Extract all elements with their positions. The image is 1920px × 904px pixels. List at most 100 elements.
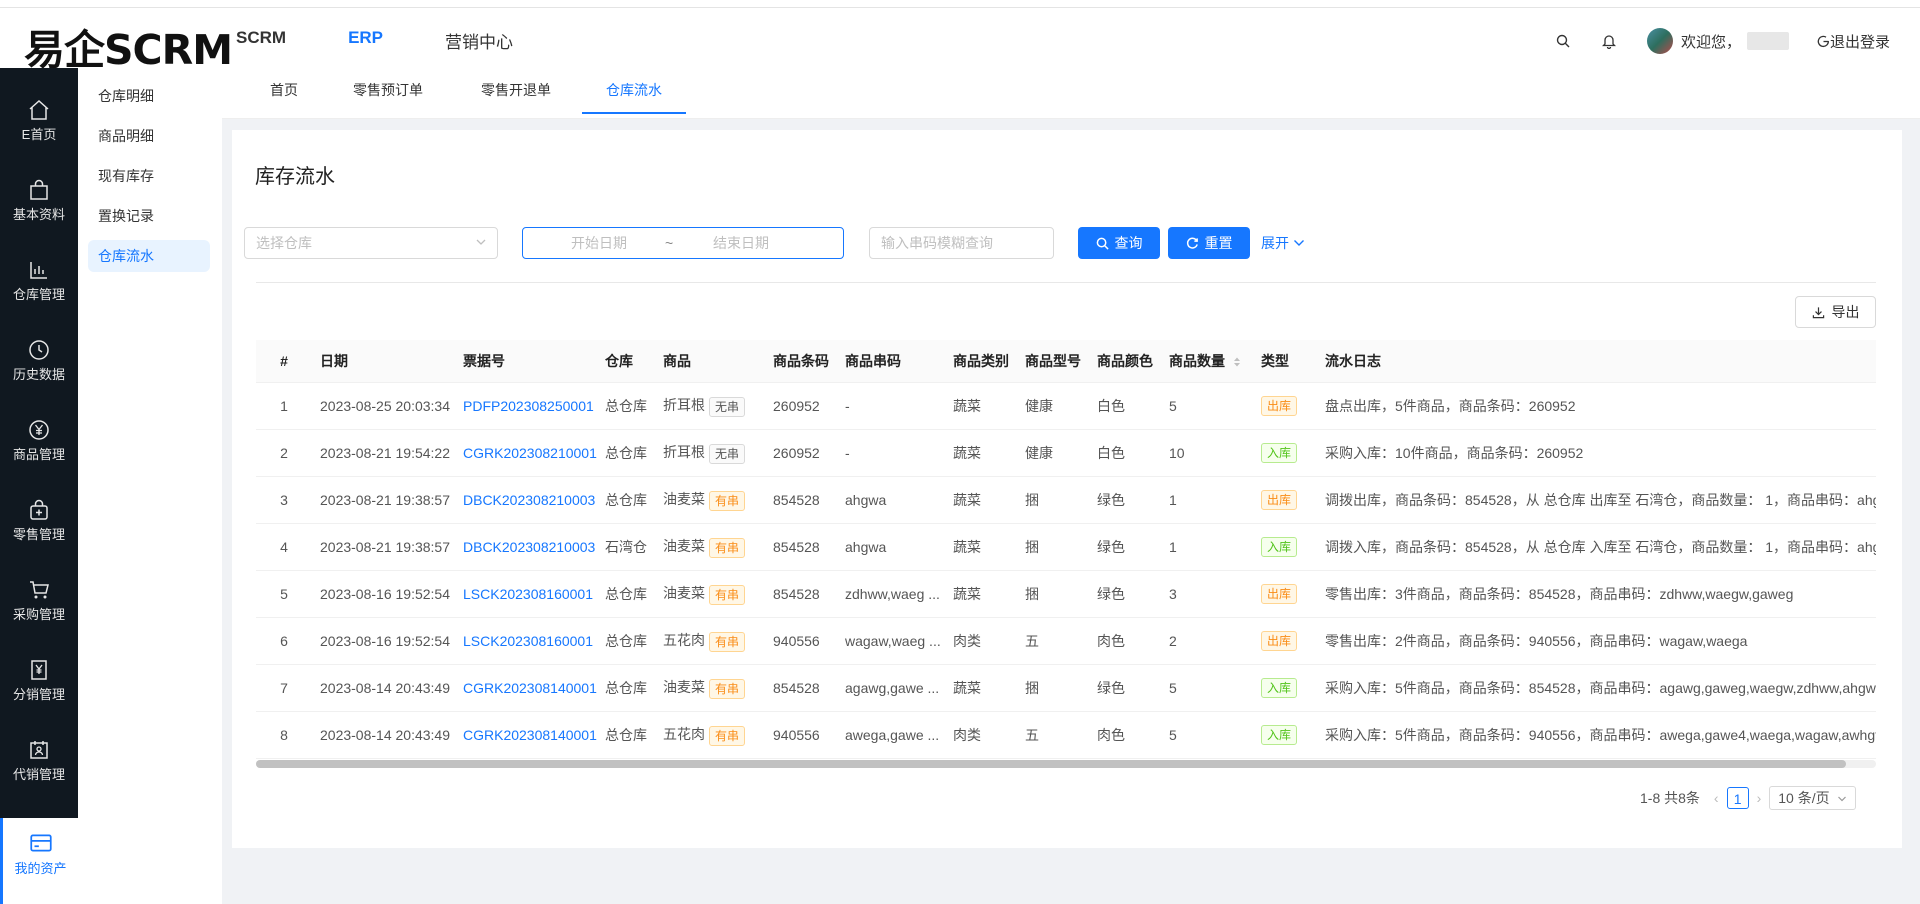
yen-doc-icon (31, 660, 47, 680)
export-button[interactable]: 导出 (1795, 296, 1876, 328)
cell-bill-no[interactable]: CGRK202308140001 (455, 711, 597, 759)
end-date-input[interactable]: 结束日期 (713, 228, 769, 258)
submenu-warehouse-detail[interactable]: 仓库明细 (88, 80, 210, 112)
search-icon[interactable] (1553, 31, 1573, 51)
sidebar-item-consignment[interactable]: 代销管理 (0, 738, 78, 818)
cell-bill-no[interactable]: DBCK202308210003 (455, 523, 597, 571)
cell-warehouse: 总仓库 (597, 664, 655, 712)
chevron-down-icon (1293, 240, 1304, 246)
cell-date: 2023-08-25 20:03:34 (312, 382, 455, 430)
cell-model: 捆 (1017, 476, 1089, 524)
sidebar-item-label: 我的资产 (14, 861, 67, 876)
serial-tag-badge: 有串 (709, 725, 746, 746)
sub-menu: 仓库明细 商品明细 现有库存 置换记录 仓库流水 (78, 68, 223, 904)
submenu-exchange-records[interactable]: 置换记录 (88, 200, 210, 232)
app-header: 易企SCRM SCRM ERP 营销中心 欢迎您， 退出登录 (0, 8, 1920, 74)
submenu-goods-detail[interactable]: 商品明细 (88, 120, 210, 152)
next-page-icon[interactable]: › (1757, 790, 1762, 806)
cell-type: 出库 (1253, 617, 1317, 665)
sidebar-item-warehouse[interactable]: 仓库管理 (0, 258, 78, 338)
cell-serial: - (837, 429, 945, 477)
topnav-scrm[interactable]: SCRM (236, 28, 286, 53)
cell-color: 肉色 (1089, 617, 1161, 665)
logout-button[interactable]: 退出登录 (1817, 31, 1890, 52)
col-log: 流水日志 (1317, 340, 1876, 383)
page-number-current[interactable]: 1 (1726, 787, 1749, 809)
cell-bill-no[interactable]: DBCK202308210003 (455, 476, 597, 524)
table-row[interactable]: 4 2023-08-21 19:38:57 DBCK202308210003 石湾仓油… (256, 523, 1876, 571)
cell-date: 2023-08-16 19:52:54 (312, 570, 455, 618)
reset-button[interactable]: 重置 (1168, 227, 1250, 259)
page-size-select[interactable]: 10 条/页 (1769, 786, 1856, 810)
tab-retail-return[interactable]: 零售开退单 (476, 68, 556, 112)
warehouse-select-placeholder: 选择仓库 (256, 235, 312, 251)
warehouse-select[interactable]: 选择仓库 (244, 227, 498, 259)
search-button[interactable]: 查询 (1078, 227, 1160, 259)
sidebar-item-assets[interactable]: 我的资产 (0, 818, 78, 904)
cell-barcode: 854528 (765, 476, 837, 524)
username-masked (1746, 32, 1789, 50)
flow-type-badge: 入库 (1261, 443, 1298, 463)
tab-home[interactable]: 首页 (264, 68, 304, 112)
avatar[interactable] (1646, 28, 1673, 54)
goods-name: 五花肉 (663, 632, 705, 649)
cell-date: 2023-08-16 19:52:54 (312, 617, 455, 665)
sidebar-item-label: 采购管理 (12, 607, 65, 622)
cell-model: 五 (1017, 711, 1089, 759)
bell-icon[interactable] (1599, 31, 1619, 51)
top-nav: SCRM ERP 营销中心 (236, 28, 575, 53)
sidebar-item-distribution[interactable]: 分销管理 (0, 658, 78, 738)
submenu-current-stock[interactable]: 现有库存 (88, 160, 210, 192)
col-quantity-label: 商品数量 (1169, 353, 1225, 369)
sidebar-item-purchase[interactable]: 采购管理 (0, 578, 78, 658)
topnav-marketing[interactable]: 营销中心 (445, 28, 513, 53)
expand-toggle[interactable]: 展开 (1261, 233, 1305, 253)
cell-color: 绿色 (1089, 476, 1161, 524)
serial-search-input[interactable] (869, 227, 1054, 259)
tab-retail-preorder[interactable]: 零售预订单 (348, 68, 428, 112)
prev-page-icon[interactable]: ‹ (1714, 790, 1719, 806)
table-row[interactable]: 7 2023-08-14 20:43:49 CGRK202308140001 总仓库油… (256, 664, 1876, 712)
sidebar-item-label: 基本资料 (12, 207, 65, 222)
table-row[interactable]: 3 2023-08-21 19:38:57 DBCK202308210003 总仓库油… (256, 476, 1876, 524)
cell-type: 出库 (1253, 382, 1317, 430)
sidebar-item-retail[interactable]: 零售管理 (0, 498, 78, 578)
table-row[interactable]: 8 2023-08-14 20:43:49 CGRK202308140001 总仓库五… (256, 711, 1876, 759)
cell-color: 绿色 (1089, 523, 1161, 571)
sidebar-item-basic-data[interactable]: 基本资料 (0, 178, 78, 258)
cell-serial: ahgwa (837, 476, 945, 524)
cell-quantity: 1 (1161, 476, 1253, 524)
horizontal-scrollbar[interactable] (256, 760, 1876, 768)
scrollbar-thumb[interactable] (256, 760, 1846, 768)
main-sidebar: E首页 基本资料 仓库管理 历史数据 商品管理 零售管理 采购管理 分销管理 代… (0, 68, 78, 904)
start-date-input[interactable]: 开始日期 (571, 228, 627, 258)
cell-quantity: 3 (1161, 570, 1253, 618)
cell-goods: 五花肉 有串 (655, 711, 765, 759)
cell-bill-no[interactable]: CGRK202308140001 (455, 664, 597, 712)
table-row[interactable]: 6 2023-08-16 19:52:54 LSCK202308160001 总仓库五… (256, 617, 1876, 665)
tab-warehouse-flow[interactable]: 仓库流水 (582, 68, 686, 114)
sidebar-item-home[interactable]: E首页 (0, 98, 78, 178)
cell-bill-no[interactable]: PDFP202308250001 (455, 382, 597, 430)
cell-color: 绿色 (1089, 570, 1161, 618)
cell-color: 肉色 (1089, 711, 1161, 759)
cell-bill-no[interactable]: CGRK202308210001 (455, 429, 597, 477)
sidebar-item-goods[interactable]: 商品管理 (0, 418, 78, 498)
table-row[interactable]: 2 2023-08-21 19:54:22 CGRK202308210001 总仓库折… (256, 429, 1876, 477)
col-quantity[interactable]: 商品数量 (1161, 340, 1253, 383)
table-row[interactable]: 5 2023-08-16 19:52:54 LSCK202308160001 总仓库油… (256, 570, 1876, 618)
export-label: 导出 (1831, 304, 1860, 320)
flow-type-badge: 入库 (1261, 537, 1298, 557)
sidebar-item-history[interactable]: 历史数据 (0, 338, 78, 418)
goods-name: 油麦菜 (663, 538, 705, 555)
sort-icon (1233, 357, 1240, 367)
date-range-picker[interactable]: 开始日期 ~ 结束日期 (522, 227, 844, 259)
table-row[interactable]: 1 2023-08-25 20:03:34 PDFP202308250001 总仓库折… (256, 382, 1876, 430)
cell-bill-no[interactable]: LSCK202308160001 (455, 617, 597, 665)
cell-quantity: 10 (1161, 429, 1253, 477)
sidebar-item-label: 商品管理 (12, 447, 65, 462)
topnav-erp[interactable]: ERP (348, 28, 383, 53)
cell-bill-no[interactable]: LSCK202308160001 (455, 570, 597, 618)
cell-log: 调拨入库，商品条码：854528，从 总仓库 入库至 石湾仓，商品数量： 1，商… (1317, 523, 1876, 571)
submenu-warehouse-flow[interactable]: 仓库流水 (88, 240, 210, 272)
